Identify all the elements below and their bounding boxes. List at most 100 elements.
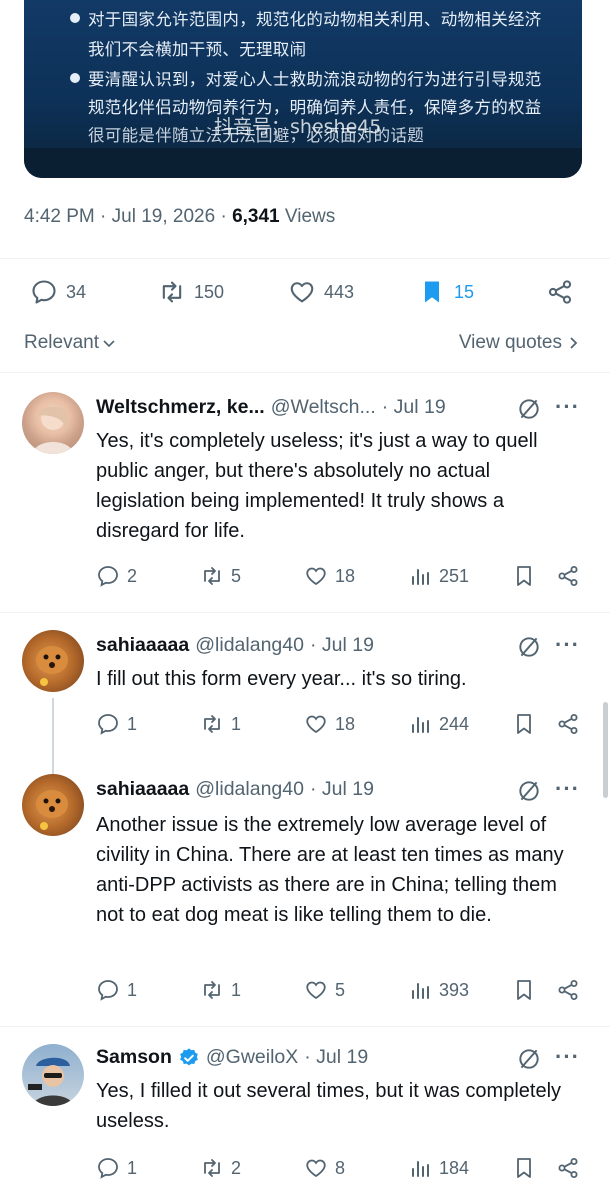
reply-icon <box>32 280 56 304</box>
bookmark-icon <box>517 566 531 586</box>
like-button[interactable]: 5 <box>304 978 345 1002</box>
view-quotes-link[interactable]: View quotes <box>459 332 580 354</box>
like-button[interactable]: 443 <box>288 278 354 306</box>
bookmark-button[interactable]: 15 <box>418 278 474 306</box>
share-button[interactable] <box>556 978 580 1002</box>
reply-button[interactable]: 2 <box>96 564 137 588</box>
repost-icon <box>204 715 220 733</box>
like-button[interactable]: 18 <box>304 712 355 736</box>
reply-count: 1 <box>127 1157 138 1178</box>
avatar[interactable] <box>22 1044 84 1106</box>
user-handle[interactable]: @lidalang40 <box>195 634 304 657</box>
avatar-image <box>36 646 68 686</box>
reply-header: Weltschmerz, ke... @Weltsch... · Jul 19 <box>96 396 446 419</box>
share-button[interactable] <box>546 278 574 306</box>
media-text-line: 要清醒认识到，对爱心人士救助流浪动物的行为进行引导规范 <box>88 70 542 89</box>
tweet-timestamp[interactable]: 4:42 PM · Jul 19, 2026 · 6,341 Views <box>24 206 335 228</box>
tweet-date: Jul 19, 2026 <box>111 206 216 227</box>
reply-date[interactable]: · Jul 19 <box>310 778 374 801</box>
reply-tweet[interactable]: sahiaaaaa @lidalang40 · Jul 19 ··· I fil… <box>0 612 610 760</box>
bookmark-button[interactable] <box>512 564 536 588</box>
user-name[interactable]: Weltschmerz, ke... <box>96 396 265 419</box>
avatar[interactable] <box>22 630 84 692</box>
share-button[interactable] <box>556 1156 580 1180</box>
sort-replies-dropdown[interactable]: Relevant <box>24 332 117 354</box>
repost-button[interactable]: 2 <box>200 1156 241 1180</box>
tweet-media-image[interactable]: 对于国家允许范围内，规范化的动物相关利用、动物相关经济 我们不会横加干预、无理取… <box>24 0 582 178</box>
bookmark-button[interactable] <box>512 1156 536 1180</box>
reply-button[interactable]: 1 <box>96 978 137 1002</box>
reply-date[interactable]: · Jul 19 <box>382 396 446 419</box>
bookmark-button[interactable] <box>512 712 536 736</box>
repost-icon <box>204 981 220 999</box>
avatar[interactable] <box>22 392 84 454</box>
reply-tweet[interactable]: Samson @GweiloX · Jul 19 ··· Yes, I fill… <box>0 1026 610 1200</box>
avatar[interactable] <box>22 774 84 836</box>
user-name[interactable]: sahiaaaaa <box>96 634 189 657</box>
repost-button[interactable]: 1 <box>200 712 241 736</box>
user-name[interactable]: Samson <box>96 1046 172 1069</box>
user-handle[interactable]: @lidalang40 <box>195 778 304 801</box>
grok-icon[interactable] <box>516 1046 542 1072</box>
repost-button[interactable]: 150 <box>158 278 224 306</box>
grok-icon[interactable] <box>516 778 542 804</box>
reply-date[interactable]: · Jul 19 <box>304 1046 368 1069</box>
more-options-button[interactable]: ··· <box>555 776 580 802</box>
user-name[interactable]: sahiaaaaa <box>96 778 189 801</box>
grok-icon[interactable] <box>516 634 542 660</box>
reply-header: sahiaaaaa @lidalang40 · Jul 19 <box>96 634 374 657</box>
reply-icon <box>98 714 118 735</box>
repost-icon <box>204 567 220 585</box>
bookmark-filled-icon <box>425 281 439 303</box>
reply-header: sahiaaaaa @lidalang40 · Jul 19 <box>96 778 374 801</box>
user-handle[interactable]: @Weltsch... <box>271 396 376 419</box>
repost-button[interactable]: 5 <box>200 564 241 588</box>
heart-icon <box>290 282 314 303</box>
user-handle[interactable]: @GweiloX <box>206 1046 298 1069</box>
repost-count: 1 <box>231 979 242 1000</box>
heart-icon <box>306 981 326 1000</box>
tweet-action-bar: 34 150 443 15 <box>0 260 610 330</box>
reply-stats: 1 1 18 244 <box>96 712 586 742</box>
scrollbar[interactable] <box>603 702 608 798</box>
reply-tweet[interactable]: Weltschmerz, ke... @Weltsch... · Jul 19 … <box>0 372 610 612</box>
repost-count: 5 <box>231 565 242 586</box>
views-count: 393 <box>439 979 470 1000</box>
repost-count: 2 <box>231 1157 242 1178</box>
repost-icon <box>204 1159 220 1177</box>
views-count: 251 <box>439 565 470 586</box>
reply-tweet[interactable]: sahiaaaaa @lidalang40 · Jul 19 ··· Anoth… <box>0 760 610 1026</box>
views-button[interactable]: 184 <box>408 1156 469 1180</box>
reply-button[interactable]: 34 <box>30 278 86 306</box>
more-options-button[interactable]: ··· <box>555 632 580 658</box>
reply-date[interactable]: · Jul 19 <box>310 634 374 657</box>
views-chart-icon <box>412 1161 429 1177</box>
like-count: 18 <box>335 565 356 586</box>
watermark: 抖音号：sheshe45 <box>214 116 382 138</box>
views-count: 184 <box>439 1157 470 1178</box>
share-button[interactable] <box>556 712 580 736</box>
repost-button[interactable]: 1 <box>200 978 241 1002</box>
grok-icon[interactable] <box>516 396 542 422</box>
reply-button[interactable]: 1 <box>96 712 137 736</box>
bookmark-button[interactable] <box>512 978 536 1002</box>
reply-button[interactable]: 1 <box>96 1156 137 1180</box>
reply-icon <box>98 980 118 1001</box>
reply-stats: 1 1 5 393 <box>96 978 586 1008</box>
more-options-button[interactable]: ··· <box>555 1044 580 1070</box>
verified-badge-icon <box>180 1047 198 1065</box>
like-button[interactable]: 18 <box>304 564 355 588</box>
bullet-dot <box>70 13 80 23</box>
chevron-down-icon <box>103 340 115 348</box>
reply-text: Yes, it's completely useless; it's just … <box>96 430 538 542</box>
views-button[interactable]: 244 <box>408 712 469 736</box>
share-button[interactable] <box>556 564 580 588</box>
like-button[interactable]: 8 <box>304 1156 345 1180</box>
reply-text: Yes, I filled it out several times, but … <box>96 1080 562 1132</box>
views-button[interactable]: 393 <box>408 978 469 1002</box>
chevron-right-icon <box>570 337 578 349</box>
views-button[interactable]: 251 <box>408 564 469 588</box>
more-options-button[interactable]: ··· <box>555 394 580 420</box>
heart-icon <box>306 715 326 734</box>
reply-header: Samson @GweiloX · Jul 19 <box>96 1046 368 1069</box>
